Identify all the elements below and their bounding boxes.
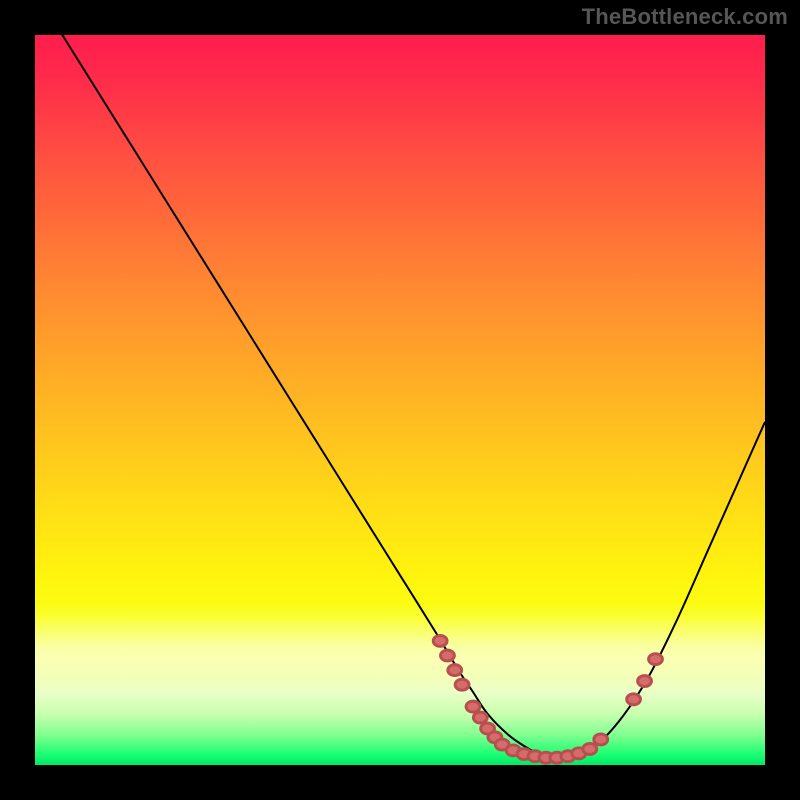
- chart-frame: TheBottleneck.com: [0, 0, 800, 800]
- watermark-text: TheBottleneck.com: [582, 4, 788, 30]
- curve-layer: [35, 35, 765, 765]
- marker-dot: [448, 665, 462, 676]
- marker-dot: [466, 701, 480, 712]
- marker-dot: [583, 743, 597, 754]
- plot-area: [35, 35, 765, 765]
- curve-markers: [433, 635, 662, 763]
- bottleneck-curve: [35, 35, 765, 759]
- marker-dot: [441, 650, 455, 661]
- marker-dot: [638, 676, 652, 687]
- marker-dot: [627, 694, 641, 705]
- marker-dot: [594, 734, 608, 745]
- marker-dot: [473, 712, 487, 723]
- marker-dot: [433, 635, 447, 646]
- marker-dot: [649, 654, 663, 665]
- marker-dot: [455, 679, 469, 690]
